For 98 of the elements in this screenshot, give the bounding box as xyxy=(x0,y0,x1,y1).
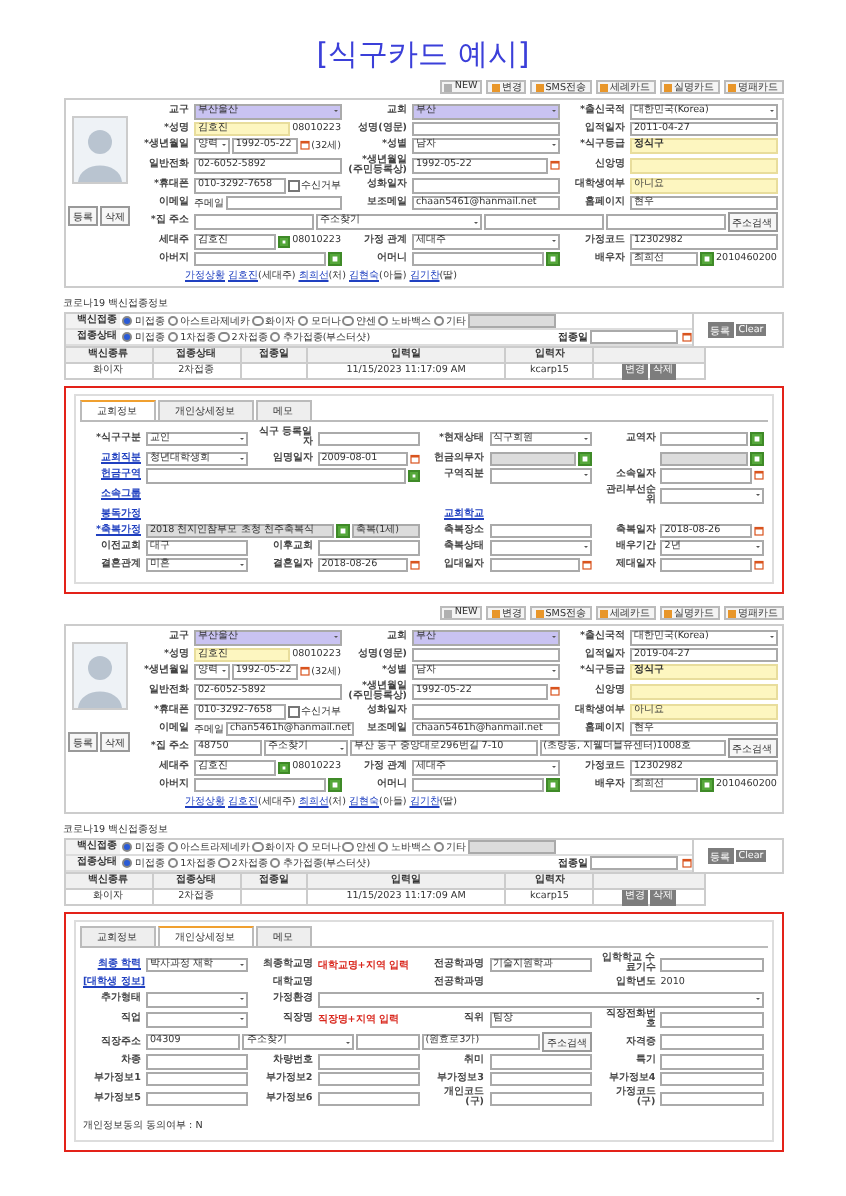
calendar-icon[interactable] xyxy=(549,686,559,697)
input-field[interactable] xyxy=(660,1012,763,1028)
checkbox[interactable] xyxy=(288,180,299,192)
input-field[interactable] xyxy=(317,1071,420,1087)
calendar-icon[interactable] xyxy=(299,140,310,151)
radio-button[interactable] xyxy=(433,315,444,327)
dropdown[interactable] xyxy=(146,992,249,1008)
input-field[interactable] xyxy=(489,1054,592,1070)
input-field[interactable] xyxy=(146,1054,249,1070)
input-field[interactable] xyxy=(317,540,420,556)
input-field[interactable] xyxy=(194,251,326,267)
lookup-button[interactable] xyxy=(546,778,559,792)
input-field[interactable] xyxy=(317,1091,420,1107)
input-field[interactable] xyxy=(468,839,557,855)
input-field[interactable] xyxy=(489,523,592,539)
input-field[interactable] xyxy=(660,1071,763,1087)
radio-button[interactable] xyxy=(270,858,281,869)
radio-button[interactable] xyxy=(252,315,263,327)
input-field[interactable] xyxy=(660,1054,763,1070)
lookup-button[interactable] xyxy=(336,524,350,538)
lookup-button[interactable] xyxy=(578,452,592,466)
radio-button[interactable] xyxy=(378,315,389,327)
radio-button[interactable] xyxy=(167,331,178,343)
lookup-button[interactable] xyxy=(277,761,291,775)
input-field[interactable] xyxy=(412,121,559,136)
calendar-icon[interactable] xyxy=(581,559,592,570)
radio-button[interactable] xyxy=(167,842,178,853)
radio-button[interactable] xyxy=(378,842,389,853)
input-field[interactable] xyxy=(194,777,326,793)
page-title: [식구카드 예시] xyxy=(314,36,532,72)
table-cell xyxy=(241,890,308,907)
radio-button[interactable] xyxy=(342,842,354,853)
input-field[interactable] xyxy=(412,251,544,267)
radio-button[interactable] xyxy=(218,331,230,343)
input-field[interactable] xyxy=(660,957,763,973)
input-field[interactable] xyxy=(317,431,420,447)
lookup-button[interactable] xyxy=(700,252,714,266)
input-field[interactable] xyxy=(146,1071,249,1087)
radio-button[interactable] xyxy=(252,842,263,853)
input-field[interactable] xyxy=(146,1091,249,1107)
calendar-icon[interactable] xyxy=(753,525,763,536)
input-field[interactable] xyxy=(660,1034,763,1050)
radio-button[interactable] xyxy=(122,331,133,343)
input-field[interactable] xyxy=(605,214,725,230)
input-field[interactable] xyxy=(317,1054,420,1070)
calendar-icon[interactable] xyxy=(299,666,310,677)
input-field[interactable] xyxy=(660,431,748,447)
radio-button[interactable] xyxy=(270,331,281,343)
avatar-icon xyxy=(71,116,127,184)
input-field[interactable] xyxy=(146,468,405,484)
dropdown[interactable] xyxy=(489,540,592,556)
input-field[interactable] xyxy=(412,777,544,793)
radio-button[interactable] xyxy=(167,858,178,869)
input-field[interactable] xyxy=(660,1091,763,1107)
radio-button[interactable] xyxy=(167,315,178,327)
radio-button[interactable] xyxy=(218,858,230,869)
input-field[interactable] xyxy=(630,158,777,174)
input-field[interactable] xyxy=(630,684,777,700)
input-field[interactable] xyxy=(412,704,559,720)
input-field[interactable] xyxy=(489,1071,592,1087)
input-field[interactable] xyxy=(660,468,751,484)
input-field[interactable] xyxy=(468,313,557,329)
calendar-icon[interactable] xyxy=(753,470,763,481)
lookup-button[interactable] xyxy=(700,778,714,792)
radio-button[interactable] xyxy=(297,842,309,853)
input-field[interactable] xyxy=(226,195,341,211)
avatar-icon xyxy=(71,642,127,711)
dropdown[interactable] xyxy=(660,488,763,504)
radio-button[interactable] xyxy=(122,315,133,327)
lookup-button[interactable] xyxy=(328,252,341,266)
dropdown[interactable] xyxy=(489,468,592,484)
input-field[interactable] xyxy=(489,557,580,573)
lookup-button[interactable] xyxy=(407,469,420,483)
checkbox[interactable] xyxy=(288,706,299,718)
calendar-icon[interactable] xyxy=(410,453,420,464)
calendar-icon[interactable] xyxy=(549,160,559,171)
lookup-button[interactable] xyxy=(277,235,291,249)
dropdown[interactable] xyxy=(146,1012,249,1028)
input-field[interactable] xyxy=(483,214,604,230)
input-field[interactable] xyxy=(412,178,559,194)
radio-button[interactable] xyxy=(342,315,354,327)
input-field[interactable] xyxy=(660,557,751,573)
input-field[interactable] xyxy=(412,647,559,663)
radio-button[interactable] xyxy=(122,858,133,869)
calendar-icon[interactable] xyxy=(753,559,763,570)
input-field[interactable] xyxy=(355,1034,420,1050)
calendar-icon[interactable] xyxy=(410,559,420,570)
radio-button[interactable] xyxy=(122,842,133,853)
input-field[interactable] xyxy=(194,214,314,230)
calendar-icon[interactable] xyxy=(681,332,691,343)
input-field[interactable] xyxy=(489,1091,592,1107)
calendar-icon[interactable] xyxy=(681,858,691,869)
table-cell xyxy=(241,364,308,381)
dropdown[interactable] xyxy=(317,992,763,1008)
lookup-button[interactable] xyxy=(546,252,559,266)
lookup-button[interactable] xyxy=(328,778,341,792)
radio-button[interactable] xyxy=(433,842,444,853)
radio-button[interactable] xyxy=(297,315,309,327)
